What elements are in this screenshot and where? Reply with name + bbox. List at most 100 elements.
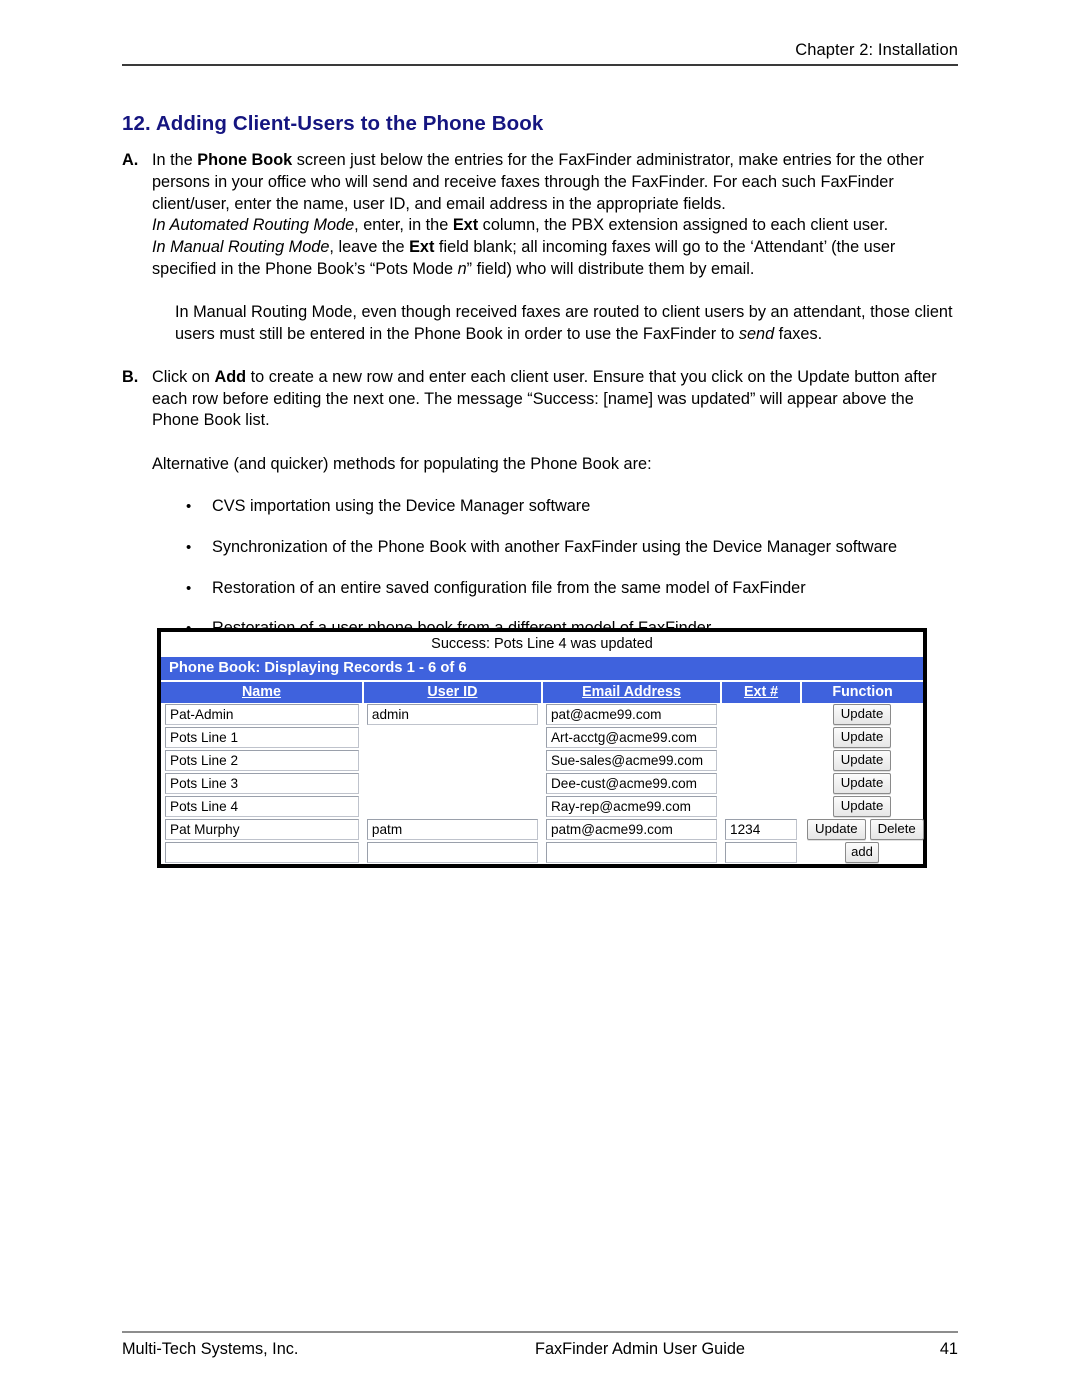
cell-name: Pat Murphy [161,818,363,841]
list-item: • CVS importation using the Device Manage… [122,496,1002,518]
cell-email: patm@acme99.com [541,818,722,841]
page-header: Chapter 2: Installation [122,40,958,66]
manual-routing-italic-n: n [457,259,467,278]
column-header-name[interactable]: Name [161,680,364,703]
update-button[interactable]: Update [832,750,892,771]
user-id-input-new[interactable] [366,842,538,863]
phone-book-rows: Pat-Admin admin pat@acme99.com Update Po… [161,703,924,864]
note-text-pre: In Manual Routing Mode, even though rece… [175,302,953,343]
cell-ext [721,749,802,772]
update-button[interactable]: Update [807,819,866,840]
name-input[interactable]: Pots Line 3 [165,773,359,794]
name-input[interactable]: Pots Line 4 [165,796,359,817]
phone-book-screenshot: Success: Pots Line 4 was updated Phone B… [157,628,927,868]
body-content: A. In the Phone Book screen just below t… [122,150,962,659]
step-b: B. Click on Add to create a new row and … [122,367,962,432]
name-input[interactable]: Pat-Admin [165,704,359,725]
alternative-methods-intro: Alternative (and quicker) methods for po… [152,455,652,474]
step-b-paragraph: Click on Add to create a new row and ent… [152,367,962,432]
footer-company: Multi-Tech Systems, Inc. [122,1340,299,1358]
add-button[interactable]: add [845,842,879,863]
name-input-new[interactable] [165,842,359,863]
phone-book-heading: Phone Book: Displaying Records 1 - 6 of … [161,656,923,680]
cell-ext [721,841,802,864]
cell-user-id [362,749,542,772]
column-header-user-id[interactable]: User ID [362,680,543,703]
column-header-email[interactable]: Email Address [541,680,723,703]
email-input[interactable]: Ray-rep@acme99.com [545,796,718,817]
cell-ext [721,726,802,749]
delete-button[interactable]: Delete [869,819,924,840]
status-message: Success: Pots Line 4 was updated [161,632,923,656]
cell-email: Ray-rep@acme99.com [541,795,722,818]
page-title: 12. Adding Client-Users to the Phone Boo… [122,112,544,135]
cell-name: Pots Line 4 [161,795,363,818]
update-button[interactable]: Update [832,704,892,725]
step-b-text-bold: Add [214,367,247,386]
cell-ext [721,795,802,818]
name-input[interactable]: Pots Line 1 [165,727,359,748]
step-a-text-pre: In the [152,151,198,169]
manual-routing-post2: ” field) who will distribute them by ema… [466,259,755,278]
table-row: Pots Line 4 Ray-rep@acme99.com Update [161,795,923,818]
phone-book-table: Name User ID Email Address Ext # Functio… [161,680,924,864]
cell-function: add [801,841,923,864]
email-input[interactable]: pat@acme99.com [545,704,718,725]
footer-guide-title: FaxFinder Admin User Guide [535,1340,745,1358]
step-a: A. In the Phone Book screen just below t… [122,150,962,281]
cell-ext [721,772,802,795]
column-header-function-label: Function [832,684,893,700]
email-input[interactable]: Art-acctg@acme99.com [545,727,718,748]
email-input[interactable]: patm@acme99.com [545,819,718,840]
bullet-icon: • [186,498,192,516]
manual-routing-label: In Manual Routing Mode [152,238,330,257]
column-header-ext[interactable]: Ext # [721,680,803,703]
column-header-ext-label: Ext # [743,684,779,700]
table-row-new-entry: add [161,841,923,864]
cell-user-id [362,772,542,795]
cell-function: Update [801,772,923,795]
update-button[interactable]: Update [832,773,892,794]
manual-routing-bold: Ext [409,238,435,257]
name-input[interactable]: Pots Line 2 [165,750,359,771]
cell-email: Art-acctg@acme99.com [541,726,722,749]
update-button[interactable]: Update [832,727,892,748]
table-row: Pots Line 3 Dee-cust@acme99.com Update [161,772,923,795]
cell-email [541,841,722,864]
cell-ext: 1234 [721,818,802,841]
ext-input-new[interactable] [725,842,798,863]
step-a-paragraph-manual: In Manual Routing Mode, leave the Ext fi… [152,237,962,281]
email-input[interactable]: Sue-sales@acme99.com [545,750,718,771]
cell-user-id [362,795,542,818]
auto-routing-post: column, the PBX extension assigned to ea… [478,216,889,235]
cell-name: Pat-Admin [161,703,363,726]
user-id-input[interactable]: patm [366,819,538,840]
manual-routing-mid: , leave the [329,238,410,257]
email-input-new[interactable] [545,842,718,863]
alternative-methods-list: • CVS importation using the Device Manage… [122,496,962,640]
note-text-italic: send [738,324,775,343]
step-b-marker: B. [122,367,139,386]
step-a-text-bold: Phone Book [197,151,293,169]
name-input[interactable]: Pat Murphy [165,819,359,840]
chapter-label: Chapter 2: Installation [795,41,958,59]
email-input[interactable]: Dee-cust@acme99.com [545,773,718,794]
cell-user-id: patm [362,818,542,841]
update-button[interactable]: Update [832,796,892,817]
cell-name: Pots Line 1 [161,726,363,749]
step-b-text-post: to create a new row and enter each clien… [152,367,937,430]
auto-routing-mid: , enter, in the [354,216,453,235]
table-row: Pat-Admin admin pat@acme99.com Update [161,703,923,726]
table-row: Pots Line 1 Art-acctg@acme99.com Update [161,726,923,749]
cell-email: Dee-cust@acme99.com [541,772,722,795]
cell-name: Pots Line 2 [161,749,363,772]
user-id-input[interactable]: admin [366,704,538,725]
list-item-label: Restoration of an entire saved configura… [212,578,806,597]
cell-function: Update [801,726,923,749]
column-header-user-id-label: User ID [427,684,478,700]
cell-function: Update [801,703,923,726]
bullet-icon: • [186,579,192,597]
auto-routing-label: In Automated Routing Mode [152,216,355,235]
ext-input[interactable]: 1234 [725,819,798,840]
